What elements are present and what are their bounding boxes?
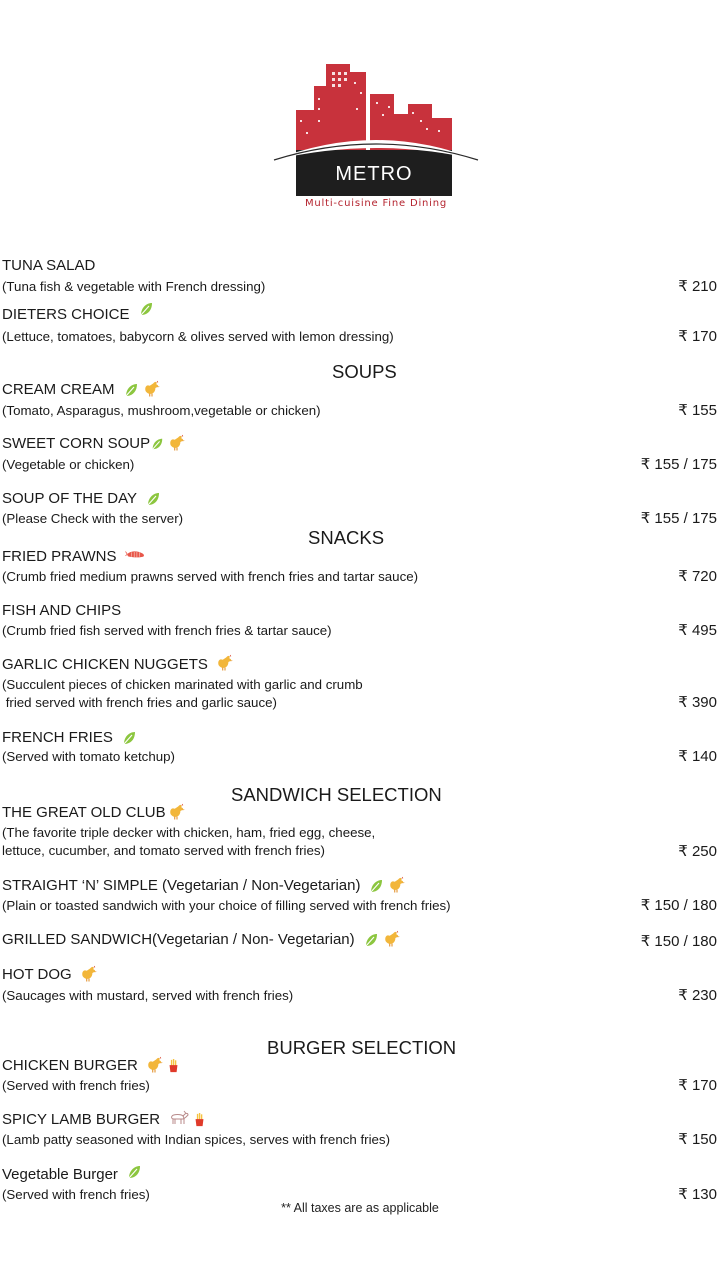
menu-item-name: STRAIGHT ‘N’ SIMPLE (Vegetarian / Non-Ve…	[2, 877, 361, 894]
menu-item-row: THE GREAT OLD CLUB	[2, 804, 186, 821]
menu-item-price: ₹ 140	[678, 748, 717, 765]
menu-item-row: CREAM CREAM	[2, 381, 161, 398]
leaf-icon	[368, 878, 384, 894]
metro-logo: METRO	[273, 64, 479, 196]
menu-item-name: HOT DOG	[2, 966, 72, 983]
menu-item-price: ₹ 155 / 175	[640, 456, 717, 473]
fries-icon	[194, 1113, 205, 1127]
menu-item-desc-line2: lettuce, cucumber, and tomato served wit…	[2, 843, 325, 858]
tax-footnote: ** All taxes are as applicable	[281, 1201, 439, 1215]
chicken-icon	[383, 929, 401, 947]
menu-item-desc: (The favorite triple decker with chicken…	[2, 825, 376, 840]
chicken-icon	[168, 802, 186, 820]
menu-item-desc: (Tomato, Asparagus, mushroom,vegetable o…	[2, 403, 321, 418]
menu-item-price: ₹ 170	[678, 328, 717, 345]
menu-item-price: ₹ 495	[678, 622, 717, 639]
brand-name: METRO	[335, 163, 412, 185]
menu-item-row: FRIED PRAWNS	[2, 548, 148, 565]
menu-item-row: STRAIGHT ‘N’ SIMPLE (Vegetarian / Non-Ve…	[2, 877, 406, 894]
menu-item-row: Vegetable Burger	[2, 1166, 142, 1183]
menu-item-price: ₹ 155	[678, 402, 717, 419]
chicken-icon	[143, 379, 161, 397]
menu-item-name: SOUP OF THE DAY	[2, 490, 138, 507]
menu-item-name: DIETERS CHOICE	[2, 306, 130, 323]
brand-tagline: Multi-cuisine Fine Dining	[304, 198, 448, 209]
section-heading-sandwich: SANDWICH SELECTION	[231, 784, 442, 805]
menu-item-desc: (Crumb fried medium prawns served with f…	[2, 569, 419, 584]
menu-item-price: ₹ 720	[678, 568, 717, 585]
section-heading-soups: SOUPS	[332, 361, 397, 382]
menu-item-row: FRENCH FRIES	[2, 729, 137, 746]
fries-icon	[168, 1059, 179, 1073]
menu-item-price: ₹ 390	[678, 694, 717, 711]
chicken-icon	[388, 875, 406, 893]
menu-item-desc: (Plain or toasted sandwich with your cho…	[2, 898, 451, 913]
section-heading-snacks: SNACKS	[308, 527, 385, 548]
menu-item-name: CHICKEN BURGER	[2, 1057, 138, 1074]
menu-item-price: ₹ 150	[678, 1131, 717, 1148]
menu-item-name: Vegetable Burger	[2, 1166, 118, 1183]
menu-item-desc: (Please Check with the server)	[2, 511, 184, 526]
menu-item-name: CREAM CREAM	[2, 381, 115, 398]
goat-icon	[168, 1110, 190, 1126]
menu-item-desc: (Lettuce, tomatoes, babycorn & olives se…	[2, 329, 394, 344]
leaf-icon	[126, 1164, 142, 1180]
menu-item-name: GRILLED SANDWICH(Vegetarian / Non- Veget…	[2, 931, 355, 948]
menu-item-price: ₹ 210	[678, 278, 717, 295]
chicken-icon	[216, 653, 234, 671]
menu-item-price: ₹ 150 / 180	[640, 933, 717, 950]
menu-item-row: CHICKEN BURGER	[2, 1057, 179, 1074]
menu-item-desc: (Tuna fish & vegetable with French dress…	[2, 279, 266, 294]
menu-item-price: ₹ 155 / 175	[640, 510, 717, 527]
menu-item-desc: (Crumb fried fish served with french fri…	[2, 623, 332, 638]
menu-item-desc: (Served with french fries)	[2, 1078, 150, 1093]
menu-item-row: DIETERS CHOICE	[2, 306, 154, 323]
chicken-icon	[146, 1055, 164, 1073]
chicken-icon	[80, 964, 98, 982]
menu-item-name: FRIED PRAWNS	[2, 548, 117, 565]
menu-item-row: GRILLED SANDWICH(Vegetarian / Non- Veget…	[2, 931, 401, 948]
menu-item-desc-line2: fried served with french fries and garli…	[2, 695, 277, 710]
menu-item-name: TUNA SALAD	[2, 257, 96, 274]
menu-item-price: ₹ 150 / 180	[640, 897, 717, 914]
prawn-icon	[124, 548, 148, 562]
menu-item-row: HOT DOG	[2, 966, 98, 983]
menu-item-name: FISH AND CHIPS	[2, 602, 122, 619]
menu-item-desc: (Served with tomato ketchup)	[2, 749, 175, 764]
leaf-icon	[121, 730, 137, 746]
chicken-icon	[168, 433, 186, 451]
leaf-icon	[145, 491, 161, 507]
menu-item-desc: (Saucages with mustard, served with fren…	[2, 988, 294, 1003]
menu-item-desc: (Lamb patty seasoned with Indian spices,…	[2, 1132, 391, 1147]
menu-item-name: THE GREAT OLD CLUB	[2, 804, 166, 821]
menu-item-name: FRENCH FRIES	[2, 729, 113, 746]
menu-item-name: GARLIC CHICKEN NUGGETS	[2, 656, 208, 673]
menu-item-desc: (Vegetable or chicken)	[2, 457, 135, 472]
menu-item-row: SWEET CORN SOUP	[2, 435, 186, 452]
menu-item-row: SPICY LAMB BURGER	[2, 1111, 205, 1128]
menu-item-price: ₹ 170	[678, 1077, 717, 1094]
leaf-icon	[150, 437, 164, 451]
leaf-icon	[138, 301, 154, 317]
menu-item-desc: (Succulent pieces of chicken marinated w…	[2, 677, 363, 692]
menu-item-row: GARLIC CHICKEN NUGGETS	[2, 656, 234, 673]
leaf-icon	[123, 382, 139, 398]
menu-item-row: SOUP OF THE DAY	[2, 490, 161, 507]
leaf-icon	[363, 932, 379, 948]
menu-item-price: ₹ 230	[678, 987, 717, 1004]
menu-item-name: SWEET CORN SOUP	[2, 435, 151, 452]
menu-item-name: SPICY LAMB BURGER	[2, 1111, 161, 1128]
section-heading-burger: BURGER SELECTION	[267, 1037, 457, 1058]
menu-item-price: ₹ 250	[678, 843, 717, 860]
